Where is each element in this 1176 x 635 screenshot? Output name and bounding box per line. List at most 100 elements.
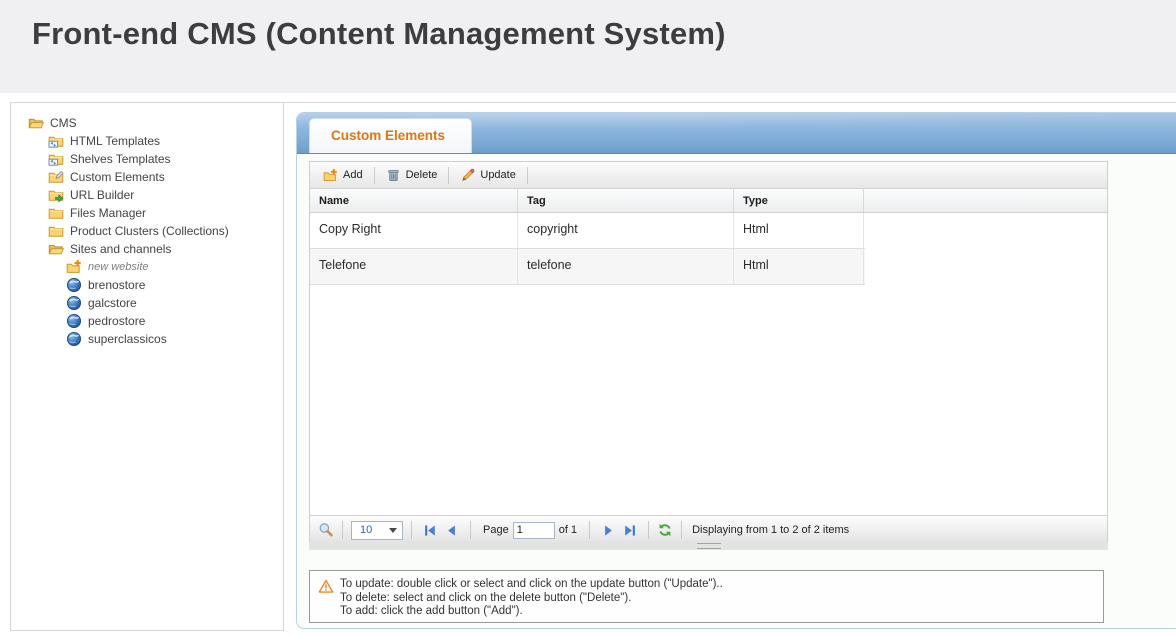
tree-item-label: new website (88, 261, 149, 273)
tree-item-label: brenostore (88, 278, 145, 292)
grid-resize-strip (309, 542, 1108, 550)
globe-icon (66, 331, 82, 347)
folder-open-icon (28, 115, 44, 131)
pager-separator (648, 521, 649, 539)
tree-item-custom-elements[interactable]: Custom Elements (11, 168, 283, 186)
page-title: Front-end CMS (Content Management System… (32, 16, 726, 52)
templates-folder-icon (48, 151, 64, 167)
table-row[interactable]: Telefone telefone Html (310, 249, 865, 285)
pager-separator (342, 521, 343, 539)
toolbar-separator (374, 167, 375, 184)
column-header-type[interactable]: Type (734, 189, 864, 212)
page-size-value: 10 (360, 524, 372, 536)
update-icon (460, 168, 475, 183)
tree-item-label: Product Clusters (Collections) (70, 224, 229, 238)
tree-item-new-website[interactable]: new website (11, 258, 283, 276)
page-of-label: of 1 (559, 524, 577, 536)
cell-name: Copy Right (310, 213, 518, 248)
tree-item-label: HTML Templates (70, 134, 160, 148)
cell-name: Telefone (310, 249, 518, 284)
grid-toolbar: Add Delete Update (310, 162, 1107, 189)
app-header: Front-end CMS (Content Management System… (0, 0, 1176, 93)
first-page-icon[interactable] (423, 523, 438, 538)
tree-item-brenostore[interactable]: brenostore (11, 276, 283, 294)
tree-item-label: CMS (50, 116, 77, 130)
table-row[interactable]: Copy Right copyright Html (310, 213, 865, 249)
tree-item-label: Sites and channels (70, 242, 171, 256)
url-folder-icon (48, 187, 64, 203)
grid-body: Copy Right copyright Html Telefone telef… (310, 213, 1107, 515)
column-header-filler (864, 189, 1107, 212)
add-icon (323, 168, 338, 183)
last-page-icon[interactable] (622, 523, 637, 538)
edit-folder-icon (48, 169, 64, 185)
delete-icon (386, 168, 401, 183)
tree-item-shelves-templates[interactable]: Shelves Templates (11, 150, 283, 168)
tree-item-label: Shelves Templates (70, 152, 171, 166)
help-line-delete: To delete: select and click on the delet… (340, 592, 723, 606)
tree-item-label: superclassicos (88, 332, 167, 346)
column-header-tag[interactable]: Tag (518, 189, 734, 212)
grid-header: Name Tag Type (310, 189, 1107, 213)
prev-page-icon[interactable] (444, 523, 459, 538)
tree-item-sites-and-channels[interactable]: Sites and channels (11, 240, 283, 258)
folder-icon (48, 223, 64, 239)
delete-button-label: Delete (406, 169, 438, 181)
folder-icon (48, 205, 64, 221)
help-text: To update: double click or select and cl… (340, 578, 723, 619)
pager-separator (681, 521, 682, 539)
cell-type: Html (734, 213, 864, 248)
page-size-select[interactable]: 10 (351, 521, 403, 540)
tree-item-url-builder[interactable]: URL Builder (11, 186, 283, 204)
tree-item-cms[interactable]: CMS (11, 114, 283, 132)
tree-item-galcstore[interactable]: galcstore (11, 294, 283, 312)
cell-tag: copyright (518, 213, 734, 248)
custom-elements-grid: Add Delete Update Name Tag Type Copy Rig (309, 161, 1108, 545)
add-button-label: Add (343, 169, 363, 181)
add-button[interactable]: Add (315, 164, 371, 186)
tree-item-label: galcstore (88, 296, 137, 310)
toolbar-separator (527, 167, 528, 184)
refresh-icon[interactable] (657, 522, 673, 538)
page-number-input[interactable] (513, 522, 555, 539)
update-button-label: Update (480, 169, 515, 181)
help-line-update: To update: double click or select and cl… (340, 578, 723, 592)
templates-folder-icon (48, 133, 64, 149)
tree-item-files-manager[interactable]: Files Manager (11, 204, 283, 222)
globe-icon (66, 277, 82, 293)
update-button[interactable]: Update (452, 164, 523, 186)
tab-custom-elements[interactable]: Custom Elements (309, 118, 472, 153)
help-line-add: To add: click the add button ("Add"). (340, 605, 723, 619)
pager-separator (589, 521, 590, 539)
globe-icon (66, 313, 82, 329)
cell-tag: telefone (518, 249, 734, 284)
folder-open-icon (48, 241, 64, 257)
tree-item-superclassicos[interactable]: superclassicos (11, 330, 283, 348)
pager-separator (470, 521, 471, 539)
tree-item-label: Custom Elements (70, 170, 165, 184)
page-label: Page (483, 524, 509, 536)
warning-icon (318, 579, 334, 594)
tree-item-label: Files Manager (70, 206, 146, 220)
globe-icon (66, 295, 82, 311)
tree-item-product-clusters[interactable]: Product Clusters (Collections) (11, 222, 283, 240)
tree-panel: CMS HTML Templates Shelves Templates Cus… (10, 102, 284, 631)
new-website-icon (66, 259, 82, 275)
search-icon[interactable] (318, 522, 334, 538)
next-page-icon[interactable] (601, 523, 616, 538)
tree-item-html-templates[interactable]: HTML Templates (11, 132, 283, 150)
pager-separator (411, 521, 412, 539)
tree-item-label: URL Builder (70, 188, 134, 202)
chevron-down-icon (389, 528, 397, 533)
main-panel: Custom Elements Add Delete Update Name T… (296, 112, 1176, 629)
help-box: To update: double click or select and cl… (309, 570, 1104, 623)
tree-item-pedrostore[interactable]: pedrostore (11, 312, 283, 330)
pagination-status: Displaying from 1 to 2 of 2 items (692, 524, 849, 536)
pagination-bar: 10 Page of 1 Displaying from 1 to 2 of 2… (310, 515, 1107, 544)
cell-type: Html (734, 249, 864, 284)
grid-resize-grip[interactable] (697, 543, 721, 549)
column-header-name[interactable]: Name (310, 189, 518, 212)
toolbar-separator (448, 167, 449, 184)
delete-button[interactable]: Delete (378, 164, 446, 186)
tree-item-label: pedrostore (88, 314, 145, 328)
